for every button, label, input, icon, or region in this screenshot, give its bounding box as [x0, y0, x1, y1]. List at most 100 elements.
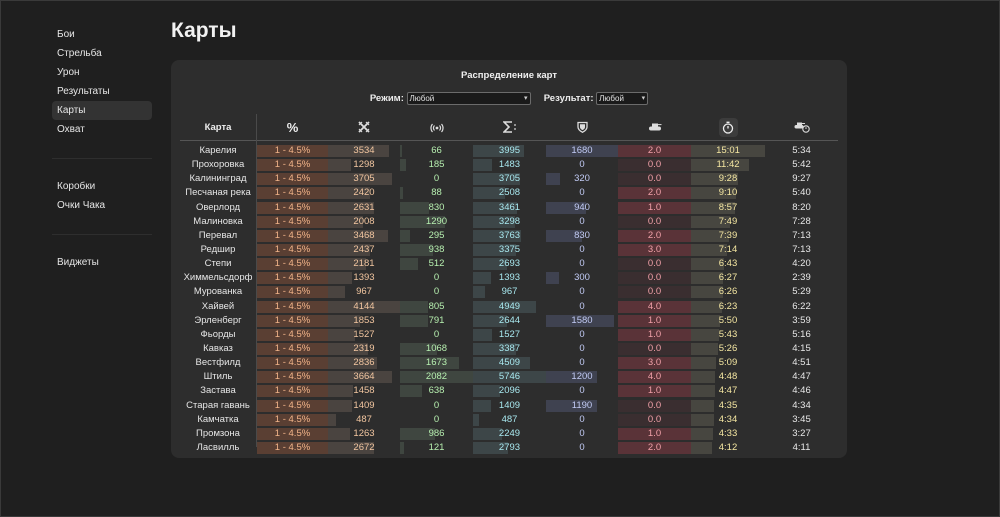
block-value: 0 — [579, 300, 585, 312]
pct-value: 1 - 4.5% — [274, 427, 311, 439]
pct-value: 1 - 4.5% — [274, 215, 311, 227]
life-value: 5:16 — [792, 328, 811, 340]
time-value: 5:50 — [718, 314, 738, 326]
block-value: 1190 — [571, 399, 593, 411]
time-value: 6:23 — [718, 300, 738, 312]
pct-value: 1 - 4.5% — [274, 413, 311, 425]
frags-value: 0.0 — [647, 215, 662, 227]
mode-select[interactable]: Любой ▾ — [406, 92, 531, 105]
pct-value: 1 - 4.5% — [274, 342, 311, 354]
table-row[interactable]: Калининград 1 - 4.5% 3705 0 3705 320 0.0 9:28 9:… — [180, 172, 838, 186]
table-row[interactable]: Фьорды 1 - 4.5% 1527 0 1527 0 1.0 5:43 5:16 — [180, 328, 838, 342]
map-name: Карелия — [199, 145, 237, 156]
dmg-value: 2672 — [353, 441, 375, 453]
map-name: Фьорды — [200, 328, 236, 340]
table-row[interactable]: Степи 1 - 4.5% 2181 512 2693 0 0.0 6:43 4:20 — [180, 257, 838, 271]
table-row[interactable]: Кавказ 1 - 4.5% 2319 1068 3387 0 0.0 5:26 4:15 — [180, 342, 838, 356]
table-row[interactable]: Промзона 1 - 4.5% 1263 986 2249 0 1.0 4:33 3:27 — [180, 427, 838, 441]
sidebar-group-widgets: Виджеты — [52, 253, 152, 272]
life-value: 4:47 — [792, 371, 811, 383]
total-value: 3375 — [498, 243, 521, 255]
sigma-icon[interactable] — [473, 114, 546, 140]
table-row[interactable]: Редшир 1 - 4.5% 2437 938 3375 0 3.0 7:14 7:13 — [180, 243, 838, 257]
time-value: 7:14 — [718, 243, 738, 255]
dmg-value: 2836 — [353, 357, 375, 369]
table-row[interactable]: Ласвилль 1 - 4.5% 2672 121 2793 0 2.0 4:12 4:11 — [180, 441, 838, 455]
table-row[interactable]: Прохоровка 1 - 4.5% 1298 185 1483 0 0.0 11:42 5:… — [180, 158, 838, 172]
map-name: Кавказ — [203, 342, 233, 354]
frags-value: 0.0 — [647, 399, 662, 411]
table-row[interactable]: Песчаная река 1 - 4.5% 2420 88 2508 0 2.0 9:10 5… — [180, 186, 838, 200]
sidebar-item[interactable]: Виджеты — [52, 253, 152, 272]
table-row[interactable]: Перевал 1 - 4.5% 3468 295 3763 830 2.0 7:39 7:13 — [180, 229, 838, 243]
block-value: 0 — [579, 159, 585, 171]
map-name: Эрленберг — [194, 314, 242, 326]
dmg-value: 3664 — [353, 371, 375, 383]
assist-value: 791 — [428, 314, 445, 326]
swords-icon[interactable] — [328, 114, 400, 140]
tank-icon[interactable] — [618, 114, 691, 140]
map-name: Калининград — [189, 173, 247, 185]
table-row[interactable]: Старая гавань 1 - 4.5% 1409 0 1409 1190 0.0 4:3… — [180, 399, 838, 413]
time-value: 4:12 — [718, 441, 738, 453]
frags-value: 0.0 — [647, 173, 662, 185]
table-row[interactable]: Застава 1 - 4.5% 1458 638 2096 0 1.0 4:47 4:46 — [180, 384, 838, 398]
map-name: Промзона — [196, 427, 240, 439]
stopwatch-icon[interactable] — [691, 114, 765, 140]
table-row[interactable]: Оверлорд 1 - 4.5% 2631 830 3461 940 1.0 8:57 8:2… — [180, 201, 838, 215]
radio-waves-icon[interactable] — [400, 114, 473, 140]
time-value: 15:01 — [716, 145, 740, 156]
sidebar-item[interactable]: Охват — [52, 120, 152, 139]
total-value: 3387 — [498, 342, 521, 354]
pct-value: 1 - 4.5% — [274, 300, 311, 312]
sidebar-item[interactable]: Очки Чака — [52, 196, 152, 215]
map-name: Хайвей — [201, 300, 235, 312]
table-row[interactable]: Хайвей 1 - 4.5% 4144 805 4949 0 4.0 6:23 6:22 — [180, 300, 838, 314]
life-value: 4:15 — [792, 342, 811, 354]
table-row[interactable]: Карелия 1 - 4.5% 3534 66 3995 1680 2.0 15:01 5:3… — [180, 144, 838, 158]
dmg-value: 4144 — [353, 300, 375, 312]
pct-value: 1 - 4.5% — [274, 385, 311, 397]
total-value: 2693 — [498, 258, 521, 270]
table-row[interactable]: Камчатка 1 - 4.5% 487 0 487 0 0.0 4:34 3:45 — [180, 413, 838, 427]
column-header-map[interactable]: Карта — [180, 114, 256, 140]
sidebar-item[interactable]: Стрельба — [52, 44, 152, 63]
block-value: 940 — [574, 201, 590, 213]
pct-value: 1 - 4.5% — [274, 286, 311, 298]
sidebar-item[interactable]: Коробки — [52, 177, 152, 196]
chevron-down-icon: ▾ — [523, 95, 528, 102]
result-select[interactable]: Любой ▾ — [596, 92, 649, 105]
total-value: 1527 — [498, 328, 521, 340]
dmg-value: 1409 — [353, 399, 375, 411]
table-row[interactable]: Вестфилд 1 - 4.5% 2836 1673 4509 0 3.0 5:09 4:51 — [180, 356, 838, 370]
mode-select-value: Любой — [409, 94, 435, 103]
dmg-value: 2420 — [353, 187, 375, 199]
time-value: 4:47 — [718, 385, 738, 397]
life-value: 4:51 — [792, 357, 811, 369]
table-row[interactable]: Эрленберг 1 - 4.5% 1853 791 2644 1580 1.0 5:50 3… — [180, 314, 838, 328]
shield-icon[interactable] — [546, 114, 618, 140]
life-value: 5:40 — [792, 187, 811, 199]
time-value: 6:26 — [718, 286, 738, 298]
frags-value: 1.0 — [647, 328, 662, 340]
tank-timer-icon[interactable] — [765, 114, 838, 140]
dmg-value: 2181 — [353, 258, 375, 270]
sidebar-item[interactable]: Бои — [52, 25, 152, 44]
table-row[interactable]: Химмельсдорф 1 - 4.5% 1393 0 1393 300 0.0 6:27 2… — [180, 271, 838, 285]
map-distribution-card: Распределение карт Режим: Любой ▾ Результ… — [171, 60, 847, 458]
sidebar-item[interactable]: Карты — [52, 101, 152, 120]
block-value: 0 — [579, 357, 585, 369]
sidebar-divider — [52, 234, 152, 235]
sidebar-item[interactable]: Урон — [52, 63, 152, 82]
table-row[interactable]: Штиль 1 - 4.5% 3664 2082 5746 1200 4.0 4:48 4:47 — [180, 370, 838, 384]
sidebar-item[interactable]: Результаты — [52, 82, 152, 101]
percent-icon[interactable]: % — [257, 114, 328, 140]
table-row[interactable]: Мурованка 1 - 4.5% 967 0 967 0 0.0 6:26 5:29 — [180, 285, 838, 299]
assist-value: 1290 — [425, 215, 448, 227]
assist-value: 0 — [433, 399, 440, 411]
table-row[interactable]: Малиновка 1 - 4.5% 2008 1290 3298 0 0.0 7:49 7:2… — [180, 215, 838, 229]
time-value: 7:49 — [718, 215, 738, 227]
map-name: Редшир — [200, 243, 236, 255]
map-name: Прохоровка — [191, 159, 245, 171]
frags-value: 0.0 — [647, 342, 662, 354]
